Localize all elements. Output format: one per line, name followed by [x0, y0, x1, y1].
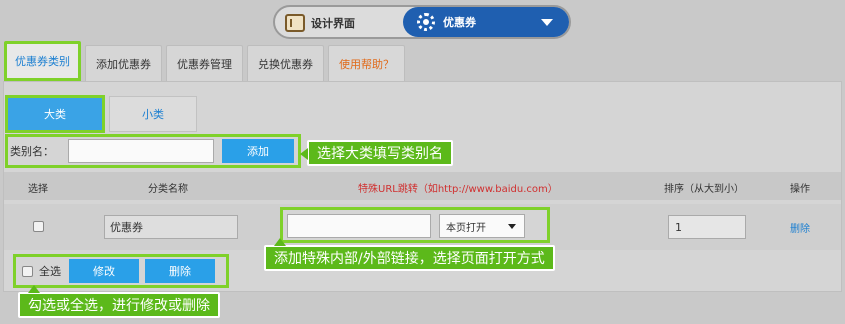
coupon-mode-dropdown[interactable]: 优惠券 [403, 7, 569, 37]
category-name-input[interactable] [68, 139, 214, 163]
category-name-label: 类别名： [10, 145, 54, 158]
table-row: 优惠券 本页打开 1 删除 [4, 204, 841, 250]
open-mode-select[interactable]: 本页打开 [439, 214, 525, 238]
callout-add: 选择大类填写类别名 [300, 140, 453, 166]
tab-coupon-management[interactable]: 优惠券管理 [166, 45, 243, 81]
header-select: 选择 [28, 184, 48, 195]
row-name-field[interactable]: 优惠券 [104, 215, 238, 239]
row-checkbox[interactable] [33, 221, 44, 232]
callout-bulk: 勾选或全选，进行修改或删除 [18, 285, 220, 318]
row-url-input[interactable] [287, 214, 431, 238]
gear-icon [417, 13, 435, 31]
category-level-tabs: 大类 小类 [5, 95, 197, 133]
header-name: 分类名称 [148, 184, 188, 195]
row-delete-link[interactable]: 删除 [790, 220, 810, 235]
select-all-label[interactable]: 全选 [39, 263, 61, 279]
add-category-form: 类别名： 添加 [5, 134, 301, 168]
subtab-major-category[interactable]: 大类 [5, 95, 105, 133]
tab-help[interactable]: 使用帮助？ [328, 45, 405, 81]
bulk-actions: 全选 修改 删除 [13, 254, 229, 288]
design-icon [285, 14, 305, 32]
caret-down-icon [541, 19, 553, 26]
row-sort-input[interactable]: 1 [668, 215, 746, 239]
add-button[interactable]: 添加 [222, 139, 294, 163]
select-all-checkbox[interactable] [22, 265, 33, 277]
design-mode-label: 设计界面 [311, 17, 355, 30]
mode-toggle: 设计界面 优惠券 [273, 5, 571, 39]
subtab-minor-category[interactable]: 小类 [109, 96, 197, 132]
design-mode-button[interactable]: 设计界面 [285, 12, 355, 34]
tab-bar: 优惠券类别 添加优惠券 优惠券管理 兑换优惠券 使用帮助？ [4, 41, 405, 81]
header-url: 特殊URL跳转（如http://www.baidu.com） [358, 184, 558, 195]
header-sort: 排序（从大到小） [664, 184, 744, 195]
tab-coupon-category[interactable]: 优惠券类别 [4, 41, 81, 81]
edit-button[interactable]: 修改 [69, 259, 139, 283]
header-action: 操作 [790, 184, 810, 195]
delete-button[interactable]: 删除 [145, 259, 215, 283]
table-header: 选择 分类名称 特殊URL跳转（如http://www.baidu.com） 排… [4, 172, 841, 200]
coupon-mode-label: 优惠券 [443, 16, 476, 29]
callout-link: 添加特殊内部/外部链接，选择页面打开方式 [264, 238, 555, 271]
tab-redeem-coupon[interactable]: 兑换优惠券 [247, 45, 324, 81]
open-mode-value: 本页打开 [446, 222, 486, 234]
select-arrow-icon [508, 224, 516, 229]
tab-add-coupon[interactable]: 添加优惠券 [85, 45, 162, 81]
url-field-group: 本页打开 [280, 207, 550, 243]
